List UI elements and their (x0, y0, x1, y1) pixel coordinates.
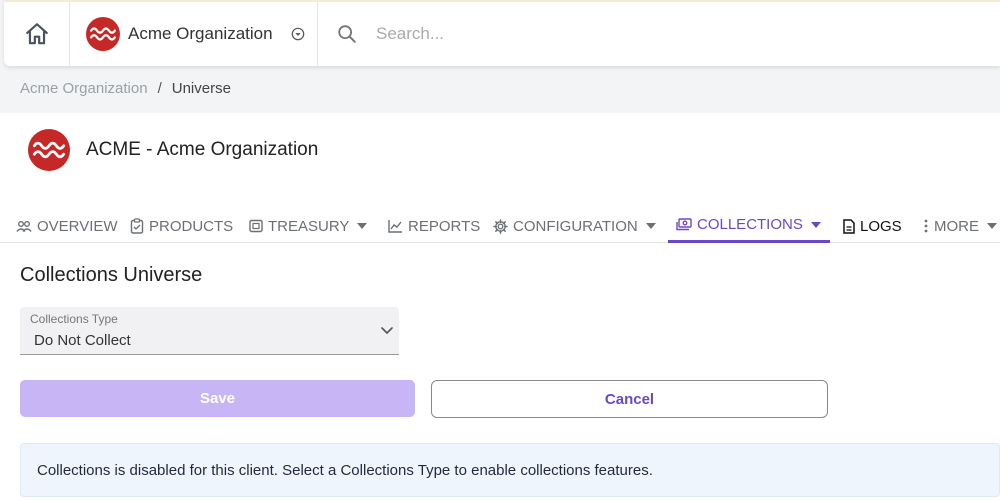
breadcrumb: Acme Organization / Universe (20, 80, 231, 97)
caret-down-icon (357, 223, 368, 229)
cancel-button[interactable]: Cancel (431, 380, 828, 418)
caret-down-icon (810, 221, 821, 228)
select-label: Collections Type (30, 312, 118, 326)
home-button[interactable] (4, 2, 70, 66)
org-logo-large (28, 129, 70, 171)
tab-label: COLLECTIONS (697, 216, 803, 233)
tab-label: LOGS (860, 217, 902, 235)
tab-reports[interactable]: REPORTS (380, 209, 488, 243)
money-icon (676, 218, 692, 231)
org-switcher[interactable]: Acme Organization (70, 2, 318, 66)
caret-down-icon (645, 223, 656, 229)
tab-label: OVERVIEW (37, 217, 118, 235)
org-name: Acme Organization (128, 24, 273, 43)
document-icon (843, 218, 855, 234)
chevron-down-icon (381, 327, 393, 334)
gear-icon (493, 218, 508, 234)
more-vertical-icon (924, 219, 928, 233)
caret-down-icon (987, 223, 997, 229)
section-title: Collections Universe (20, 264, 203, 286)
select-value: Do Not Collect (34, 332, 131, 349)
tab-bar: OVERVIEW PRODUCTS TREASURY REPORTS CONFI… (0, 209, 1000, 243)
tab-label: TREASURY (268, 217, 350, 235)
top-bar: Acme Organization (4, 0, 1000, 66)
search-input[interactable] (376, 24, 876, 44)
tab-products[interactable]: PRODUCTS (122, 209, 241, 243)
breadcrumb-separator: / (157, 80, 162, 97)
main-panel: ACME - Acme Organization OVERVIEW PRODUC… (0, 113, 1000, 500)
tab-more[interactable]: MORE (915, 209, 1000, 243)
tab-overview[interactable]: OVERVIEW (8, 209, 126, 243)
tab-label: CONFIGURATION (513, 217, 638, 235)
tab-configuration[interactable]: CONFIGURATION (485, 209, 664, 243)
tab-label: PRODUCTS (149, 217, 234, 235)
save-button[interactable]: Save (20, 380, 415, 417)
home-icon (25, 23, 48, 45)
tab-label: MORE (934, 217, 979, 235)
chevron-down-circle-icon (291, 27, 304, 41)
receipt-icon (249, 219, 263, 233)
people-icon (16, 221, 32, 232)
page-title: ACME - Acme Organization (86, 139, 319, 160)
search-icon (338, 25, 356, 43)
breadcrumb-parent-link[interactable]: Acme Organization (20, 80, 148, 97)
line-chart-icon (388, 220, 402, 233)
org-logo (86, 17, 120, 51)
tab-collections[interactable]: COLLECTIONS (668, 209, 830, 243)
org-header: ACME - Acme Organization (28, 129, 318, 171)
search-bar (318, 2, 1000, 66)
breadcrumb-current: Universe (171, 80, 231, 97)
tab-logs[interactable]: LOGS (835, 209, 910, 243)
tab-treasury[interactable]: TREASURY (241, 209, 375, 243)
info-banner: Collections is disabled for this client.… (20, 443, 1000, 497)
collections-type-select[interactable]: Collections Type Do Not Collect (20, 307, 399, 355)
clipboard-icon (130, 218, 144, 234)
tab-label: REPORTS (408, 217, 481, 235)
